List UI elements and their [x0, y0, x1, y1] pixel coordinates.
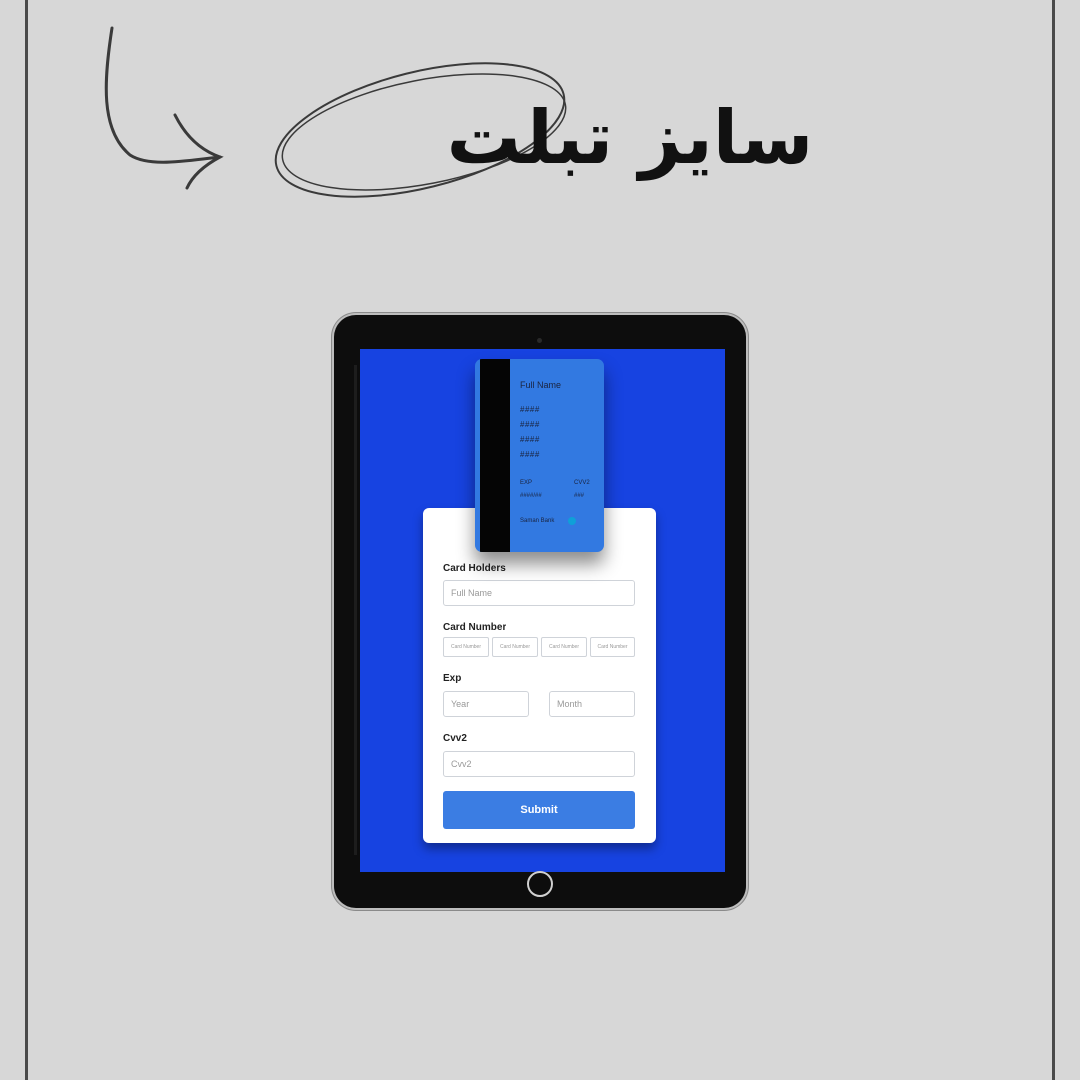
- page-heading: سایز تبلت: [446, 95, 815, 181]
- cvv2-input[interactable]: Cvv2: [443, 751, 635, 777]
- home-button[interactable]: [527, 871, 553, 897]
- cvv2-label: Cvv2: [443, 733, 467, 744]
- card-number-input-3[interactable]: Card Number: [541, 637, 587, 657]
- card-number-group: ####: [520, 405, 540, 414]
- card-number-group: ####: [520, 435, 540, 444]
- camera-dot: [537, 338, 542, 343]
- exp-label: Exp: [443, 673, 462, 684]
- tablet-screen: Card Holders Full Name Card Number Card …: [360, 349, 725, 872]
- left-border-line: [25, 0, 28, 1080]
- magnetic-stripe: [480, 359, 510, 552]
- credit-card-preview: Full Name #### #### #### #### EXP CVV2 #…: [475, 359, 604, 552]
- card-cvv2-value: ###: [574, 493, 585, 499]
- card-full-name: Full Name: [520, 380, 562, 390]
- exp-year-input[interactable]: Year: [443, 691, 529, 717]
- right-border-line: [1052, 0, 1055, 1080]
- card-number-group: ####: [520, 450, 540, 459]
- card-bank-name: Saman Bank: [520, 518, 555, 524]
- card-holders-label: Card Holders: [443, 563, 506, 574]
- full-name-input[interactable]: Full Name: [443, 580, 635, 606]
- card-exp-label: EXP: [520, 480, 533, 486]
- card-number-group: ####: [520, 420, 540, 429]
- card-number-label: Card Number: [443, 622, 507, 630]
- card-number-input-2[interactable]: Card Number: [492, 637, 538, 657]
- tablet-bezel-edge: [354, 365, 357, 855]
- exp-month-input[interactable]: Month: [549, 691, 635, 717]
- card-number-input-4[interactable]: Card Number: [590, 637, 635, 657]
- card-exp-value: ####/##: [520, 493, 542, 499]
- submit-button[interactable]: Submit: [443, 791, 635, 829]
- bank-logo-icon: [568, 517, 576, 525]
- card-number-input-1[interactable]: Card Number: [443, 637, 489, 657]
- heading-decoration: سایز تبلت: [90, 20, 814, 230]
- payment-form: Card Holders Full Name Card Number Card …: [423, 508, 656, 843]
- tablet-device: Card Holders Full Name Card Number Card …: [334, 315, 746, 908]
- card-cvv2-label: CVV2: [574, 480, 590, 486]
